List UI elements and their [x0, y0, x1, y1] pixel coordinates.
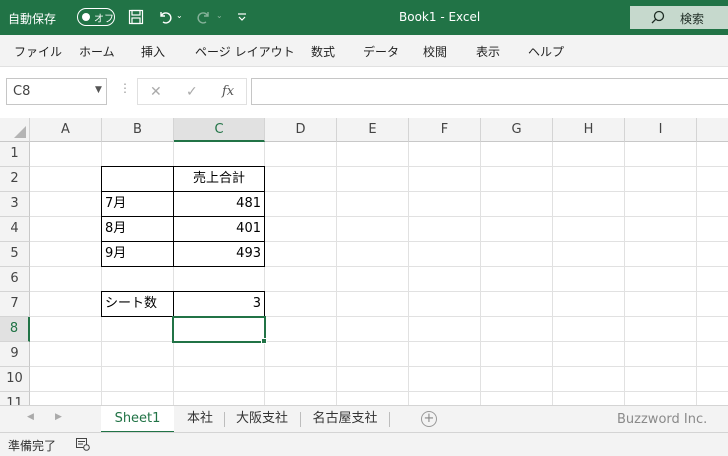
- undo-dropdown-icon[interactable]: ⌄: [176, 11, 183, 20]
- tab-file[interactable]: ファイル: [14, 43, 62, 60]
- insert-function-icon[interactable]: fx: [222, 84, 234, 99]
- row-header-8[interactable]: 8: [0, 317, 30, 342]
- redo-icon[interactable]: [196, 9, 212, 25]
- formula-input[interactable]: [251, 78, 728, 105]
- column-header-e[interactable]: E: [337, 118, 409, 142]
- sheet-tab-osaka[interactable]: 大阪支社: [226, 406, 298, 433]
- title-bar: 自動保存 オフ ⌄ ⌄ Book1 - Excel 検索: [0, 0, 728, 35]
- enter-icon[interactable]: ✓: [186, 84, 198, 100]
- cell-b3[interactable]: 7月: [101, 191, 174, 217]
- sheet-tab-honsha[interactable]: 本社: [178, 406, 222, 433]
- redo-dropdown-icon[interactable]: ⌄: [216, 11, 223, 20]
- cell-c7[interactable]: 3: [173, 291, 265, 317]
- active-cell-c8[interactable]: [172, 316, 266, 343]
- watermark: Buzzword Inc.: [617, 412, 708, 427]
- tab-separator: [224, 412, 225, 427]
- row-header-6[interactable]: 6: [0, 267, 30, 292]
- tab-formulas[interactable]: 数式: [311, 43, 335, 60]
- gridline: [30, 341, 728, 342]
- fill-handle[interactable]: [261, 338, 267, 344]
- formula-bar-grip-icon: ⋮: [119, 81, 131, 95]
- tab-view[interactable]: 表示: [476, 43, 500, 60]
- add-sheet-icon[interactable]: +: [421, 411, 437, 427]
- name-box-dropdown-icon[interactable]: ▼: [95, 85, 102, 95]
- row-header-4[interactable]: 4: [0, 217, 30, 242]
- column-header-i[interactable]: I: [625, 118, 697, 142]
- accessibility-icon[interactable]: [76, 438, 90, 451]
- column-header-h[interactable]: H: [553, 118, 625, 142]
- formula-bar: C8 ▼ ⋮ ✕ ✓ fx: [0, 66, 728, 118]
- tab-home[interactable]: ホーム: [79, 43, 115, 60]
- cell-b7[interactable]: シート数: [101, 291, 174, 317]
- formula-buttons: ✕ ✓ fx: [137, 78, 247, 105]
- sheet-tab-nagoya[interactable]: 名古屋支社: [302, 406, 388, 433]
- row-header-2[interactable]: 2: [0, 167, 30, 192]
- prev-sheet-icon[interactable]: ◀: [27, 412, 34, 422]
- column-header-b[interactable]: B: [102, 118, 174, 142]
- tab-review[interactable]: 校閲: [423, 43, 447, 60]
- gridline: [30, 366, 728, 367]
- cell-b5[interactable]: 9月: [101, 241, 174, 267]
- column-header-g[interactable]: G: [481, 118, 553, 142]
- status-bar: 準備完了: [0, 432, 728, 456]
- search-label: 検索: [680, 12, 705, 26]
- name-box[interactable]: C8 ▼: [6, 78, 107, 105]
- undo-icon[interactable]: [157, 9, 173, 25]
- customize-toolbar-icon[interactable]: [236, 9, 248, 25]
- name-box-value: C8: [13, 84, 31, 99]
- column-header-partial[interactable]: [697, 118, 728, 142]
- tab-separator: [389, 412, 390, 427]
- status-text: 準備完了: [8, 439, 57, 453]
- column-header-d[interactable]: D: [265, 118, 337, 142]
- cell-b2[interactable]: [101, 166, 174, 192]
- autosave-state: オフ: [94, 14, 114, 25]
- toggle-knob: [82, 13, 90, 21]
- tab-separator: [300, 412, 301, 427]
- cell-c5[interactable]: 493: [173, 241, 265, 267]
- select-all-corner[interactable]: [0, 118, 30, 142]
- row-header-5[interactable]: 5: [0, 242, 30, 267]
- row-header-1[interactable]: 1: [0, 142, 30, 167]
- row-header-3[interactable]: 3: [0, 192, 30, 217]
- row-header-10[interactable]: 10: [0, 367, 30, 392]
- sheet-tab-bar: ◀ ▶ Sheet1 本社 大阪支社 名古屋支社 + Buzzword Inc.: [0, 405, 728, 433]
- autosave-label: 自動保存: [8, 12, 57, 26]
- row-header-7[interactable]: 7: [0, 292, 30, 317]
- row-header-9[interactable]: 9: [0, 342, 30, 367]
- tab-help[interactable]: ヘルプ: [528, 43, 564, 60]
- cell-b4[interactable]: 8月: [101, 216, 174, 242]
- worksheet-grid[interactable]: A B C D E F G H I 1 2 3 4 5 6 7 8 9 10 1…: [0, 118, 728, 405]
- sheet-tab-sheet1[interactable]: Sheet1: [101, 406, 174, 433]
- tab-insert[interactable]: 挿入: [141, 43, 165, 60]
- cell-c2[interactable]: 売上合計: [173, 166, 265, 192]
- cell-c4[interactable]: 401: [173, 216, 265, 242]
- column-header-c[interactable]: C: [174, 118, 265, 142]
- autosave-toggle[interactable]: オフ: [77, 8, 115, 26]
- cancel-icon[interactable]: ✕: [150, 84, 162, 100]
- row-header-11[interactable]: 11: [0, 392, 30, 405]
- tab-data[interactable]: データ: [363, 43, 399, 60]
- document-title: Book1 - Excel: [399, 10, 481, 24]
- cell-c3[interactable]: 481: [173, 191, 265, 217]
- save-icon[interactable]: [128, 9, 144, 25]
- search-icon: [651, 10, 665, 24]
- column-header-a[interactable]: A: [30, 118, 102, 142]
- gridline: [30, 391, 728, 392]
- search-box[interactable]: 検索: [630, 6, 728, 29]
- column-header-f[interactable]: F: [409, 118, 481, 142]
- next-sheet-icon[interactable]: ▶: [55, 412, 62, 422]
- tab-page-layout[interactable]: ページ レイアウト: [195, 43, 295, 60]
- ribbon-tabs: ファイル ホーム 挿入 ページ レイアウト 数式 データ 校閲 表示 ヘルプ: [0, 35, 728, 66]
